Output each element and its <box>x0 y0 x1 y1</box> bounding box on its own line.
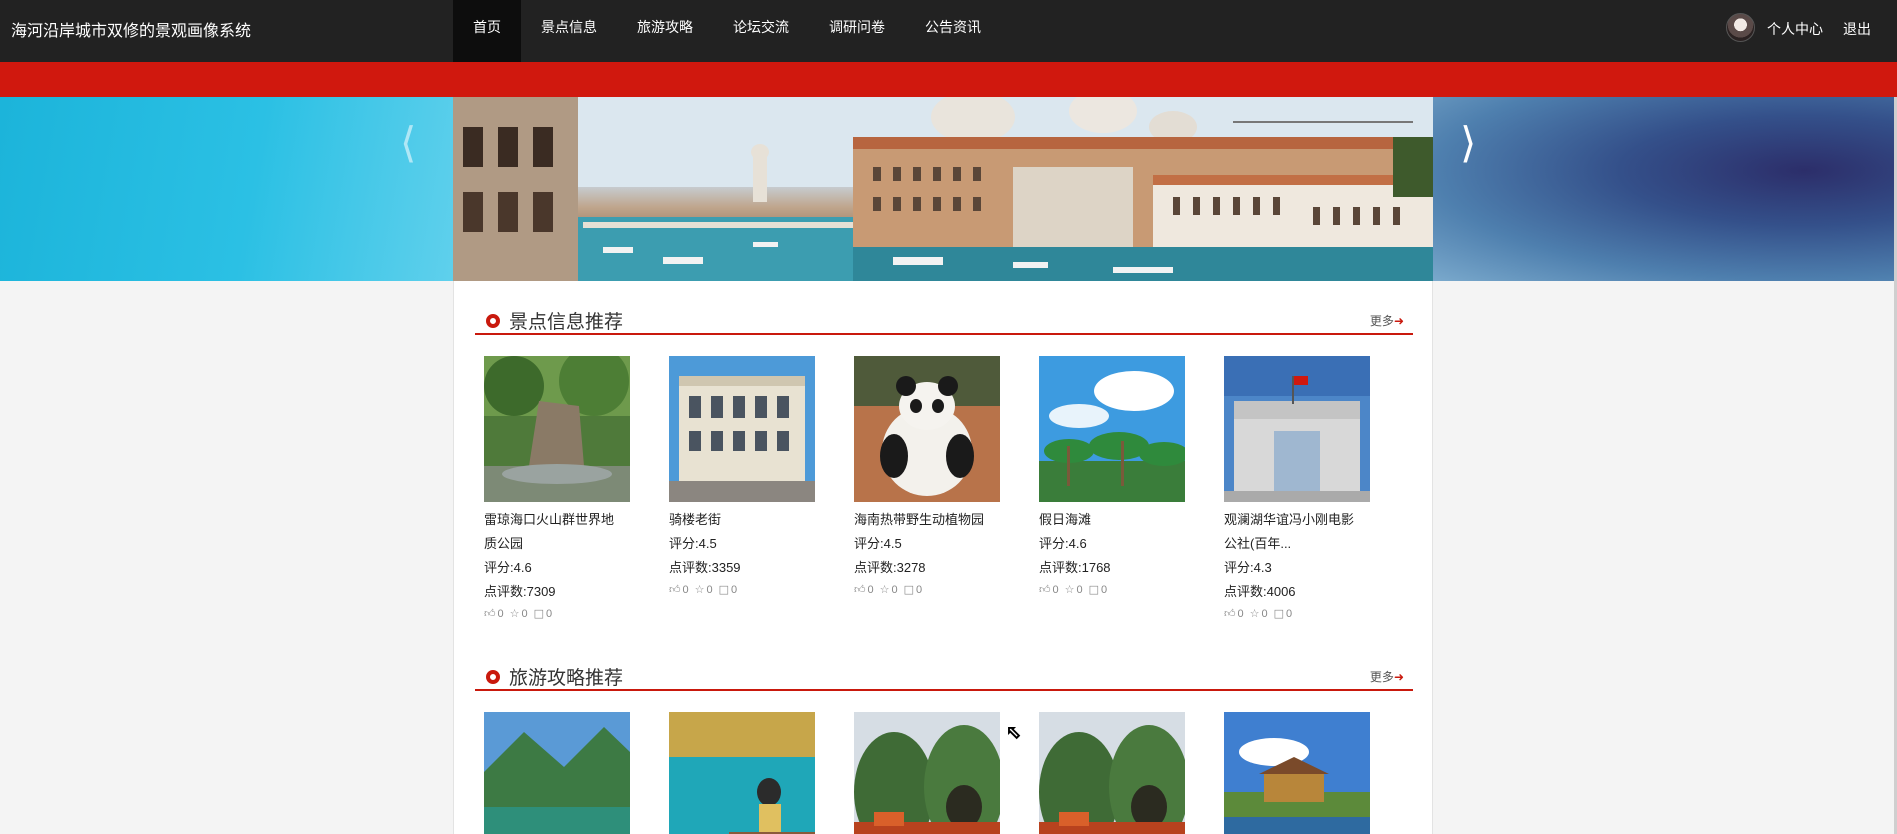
attraction-card: 骑楼老街 评分:4.5 点评数:3359 👍︎ 0 ☆ 0 □ 0 <box>669 356 815 600</box>
comment-icon: □ <box>718 583 730 596</box>
attraction-review-count: 点评数:3278 <box>854 560 926 575</box>
favorite-stat[interactable]: ☆ 0 <box>1250 604 1268 624</box>
comment-icon: □ <box>1088 583 1100 596</box>
user-avatar[interactable] <box>1726 13 1755 42</box>
attraction-card: 观澜湖华谊冯小刚电影 公社(百年... 评分:4.3 点评数:4006 👍︎ 0 ☆… <box>1224 356 1370 624</box>
comment-icon: □ <box>1273 607 1285 620</box>
thumbs-up-icon: 👍︎ <box>669 583 681 596</box>
banner-slide-image[interactable] <box>453 97 1433 281</box>
like-stat[interactable]: 👍︎ 0 <box>854 580 874 600</box>
thumbs-up-icon: 👍︎ <box>484 607 496 620</box>
chevron-right-icon[interactable]: ⟩ <box>1460 121 1476 165</box>
attraction-stats: 👍︎ 0 ☆ 0 □ 0 <box>854 580 1000 600</box>
top-navbar: 海河沿岸城市双修的景观画像系统 首页 景点信息 旅游攻略 论坛交流 调研问卷 公… <box>0 0 1897 62</box>
thumbs-up-icon: 👍︎ <box>1224 607 1236 620</box>
star-icon: ☆ <box>1064 583 1075 596</box>
attraction-thumbnail[interactable] <box>484 356 630 502</box>
attraction-rating: 评分:4.5 <box>669 536 717 551</box>
guide-thumbnail[interactable] <box>1039 712 1185 834</box>
accent-bar <box>0 62 1897 97</box>
attraction-rating: 评分:4.6 <box>484 560 532 575</box>
like-stat[interactable]: 👍︎ 0 <box>1039 580 1059 600</box>
attraction-thumbnail[interactable] <box>1224 356 1370 502</box>
bullet-icon <box>486 314 500 328</box>
banner-next-slide-preview <box>1433 97 1897 281</box>
star-icon: ☆ <box>694 583 705 596</box>
attraction-review-count: 点评数:4006 <box>1224 584 1296 599</box>
nav-announcements[interactable]: 公告资讯 <box>905 0 1001 62</box>
comment-stat[interactable]: □ 0 <box>1274 604 1293 624</box>
favorite-stat[interactable]: ☆ 0 <box>1065 580 1083 600</box>
comment-stat[interactable]: □ 0 <box>1089 580 1108 600</box>
attraction-review-count: 点评数:3359 <box>669 560 741 575</box>
attraction-rating: 评分:4.5 <box>854 536 902 551</box>
attraction-thumbnail[interactable] <box>854 356 1000 502</box>
guide-thumbnail[interactable] <box>669 712 815 834</box>
favorite-stat[interactable]: ☆ 0 <box>695 580 713 600</box>
nav-home[interactable]: 首页 <box>453 0 521 62</box>
attraction-name[interactable]: 观澜湖华谊冯小刚电影 公社(百年... <box>1224 508 1370 556</box>
nav-travel-guides[interactable]: 旅游攻略 <box>617 0 713 62</box>
mouse-cursor-icon: ⬁ <box>1005 722 1022 744</box>
like-stat[interactable]: 👍︎ 0 <box>1224 604 1244 624</box>
user-center-link[interactable]: 个人中心 <box>1767 19 1823 39</box>
like-stat[interactable]: 👍︎ 0 <box>669 580 689 600</box>
attraction-name[interactable]: 骑楼老街 <box>669 508 815 532</box>
thumbs-up-icon: 👍︎ <box>1039 583 1051 596</box>
banner-carousel: ⟨ ⟩ <box>0 97 1897 281</box>
arrow-right-icon: ➜ <box>1393 670 1404 684</box>
like-stat[interactable]: 👍︎ 0 <box>484 604 504 624</box>
guides-section-title: 旅游攻略推荐 <box>509 668 624 689</box>
comment-stat[interactable]: □ 0 <box>904 580 923 600</box>
bullet-icon <box>486 670 500 684</box>
attraction-thumbnail[interactable] <box>669 356 815 502</box>
site-title: 海河沿岸城市双修的景观画像系统 <box>11 23 252 40</box>
nav-attractions[interactable]: 景点信息 <box>521 0 617 62</box>
attraction-review-count: 点评数:1768 <box>1039 560 1111 575</box>
attraction-rating: 评分:4.6 <box>1039 536 1087 551</box>
attraction-name[interactable]: 雷琼海口火山群世界地 质公园 <box>484 508 630 556</box>
star-icon: ☆ <box>879 583 890 596</box>
comment-stat[interactable]: □ 0 <box>534 604 553 624</box>
attraction-card: 假日海滩 评分:4.6 点评数:1768 👍︎ 0 ☆ 0 □ 0 <box>1039 356 1185 600</box>
star-icon: ☆ <box>1249 607 1260 620</box>
attraction-review-count: 点评数:7309 <box>484 584 556 599</box>
more-label: 更多 <box>1369 314 1394 328</box>
nav-forum[interactable]: 论坛交流 <box>713 0 809 62</box>
attractions-section-header: 景点信息推荐 更多➜ <box>475 303 1413 335</box>
guides-more-link[interactable]: 更多➜ <box>1370 668 1404 685</box>
attraction-stats: 👍︎ 0 ☆ 0 □ 0 <box>669 580 815 600</box>
comment-stat[interactable]: □ 0 <box>719 580 738 600</box>
attraction-name[interactable]: 假日海滩 <box>1039 508 1185 532</box>
nav-survey[interactable]: 调研问卷 <box>809 0 905 62</box>
guide-thumbnail[interactable] <box>484 712 630 834</box>
main-content: 景点信息推荐 更多➜ 雷琼海口火山群世界地 质公园 评分:4.6 点评数:7309… <box>453 281 1433 834</box>
comment-icon: □ <box>903 583 915 596</box>
attraction-stats: 👍︎ 0 ☆ 0 □ 0 <box>1039 580 1185 600</box>
venice-canal-illustration <box>453 97 1433 281</box>
star-icon: ☆ <box>509 607 520 620</box>
attraction-rating: 评分:4.3 <box>1224 560 1272 575</box>
guide-thumbnail[interactable] <box>854 712 1000 834</box>
attractions-section-title: 景点信息推荐 <box>509 312 624 333</box>
arrow-right-icon: ➜ <box>1393 314 1404 328</box>
logout-link[interactable]: 退出 <box>1843 19 1871 39</box>
attraction-name[interactable]: 海南热带野生动植物园 <box>854 508 1000 532</box>
more-label: 更多 <box>1369 670 1394 684</box>
attraction-thumbnail[interactable] <box>1039 356 1185 502</box>
guide-thumbnail[interactable] <box>1224 712 1370 834</box>
comment-icon: □ <box>533 607 545 620</box>
attraction-card: 海南热带野生动植物园 评分:4.5 点评数:3278 👍︎ 0 ☆ 0 □ 0 <box>854 356 1000 600</box>
attractions-more-link[interactable]: 更多➜ <box>1370 312 1404 329</box>
banner-prev-slide-preview <box>0 97 453 281</box>
guides-section-header: 旅游攻略推荐 更多➜ <box>475 659 1413 691</box>
attraction-stats: 👍︎ 0 ☆ 0 □ 0 <box>484 604 630 624</box>
main-nav: 首页 景点信息 旅游攻略 论坛交流 调研问卷 公告资讯 <box>453 0 1001 62</box>
chevron-left-icon[interactable]: ⟨ <box>400 121 416 165</box>
favorite-stat[interactable]: ☆ 0 <box>510 604 528 624</box>
attraction-stats: 👍︎ 0 ☆ 0 □ 0 <box>1224 604 1370 624</box>
attraction-card: 雷琼海口火山群世界地 质公园 评分:4.6 点评数:7309 👍︎ 0 ☆ 0 □ 0 <box>484 356 630 624</box>
favorite-stat[interactable]: ☆ 0 <box>880 580 898 600</box>
thumbs-up-icon: 👍︎ <box>854 583 866 596</box>
